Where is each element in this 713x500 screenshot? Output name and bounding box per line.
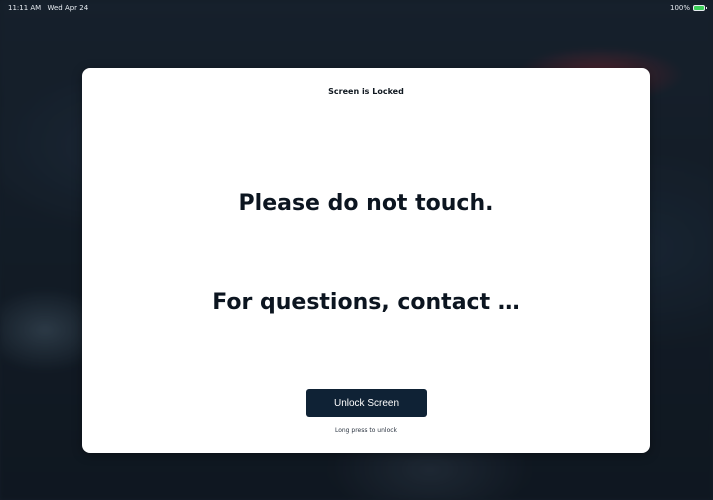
status-bar: 11:11 AM Wed Apr 24 100% bbox=[0, 0, 713, 16]
unlock-screen-button[interactable]: Unlock Screen bbox=[306, 389, 427, 417]
battery-charging-icon bbox=[693, 5, 707, 11]
unlock-hint: Long press to unlock bbox=[334, 427, 398, 434]
message-primary: Please do not touch. bbox=[238, 191, 494, 216]
dialog-title: Screen is Locked bbox=[328, 87, 404, 96]
message-secondary: For questions, contact … bbox=[212, 290, 520, 315]
status-date: Wed Apr 24 bbox=[47, 4, 89, 12]
status-time: 11:11 AM bbox=[8, 4, 42, 12]
status-right: 100% bbox=[669, 4, 707, 12]
battery-percent: 100% bbox=[669, 4, 690, 12]
lock-dialog: Screen is Locked Please do not touch. Fo… bbox=[82, 68, 650, 453]
status-left: 11:11 AM Wed Apr 24 bbox=[8, 4, 92, 12]
